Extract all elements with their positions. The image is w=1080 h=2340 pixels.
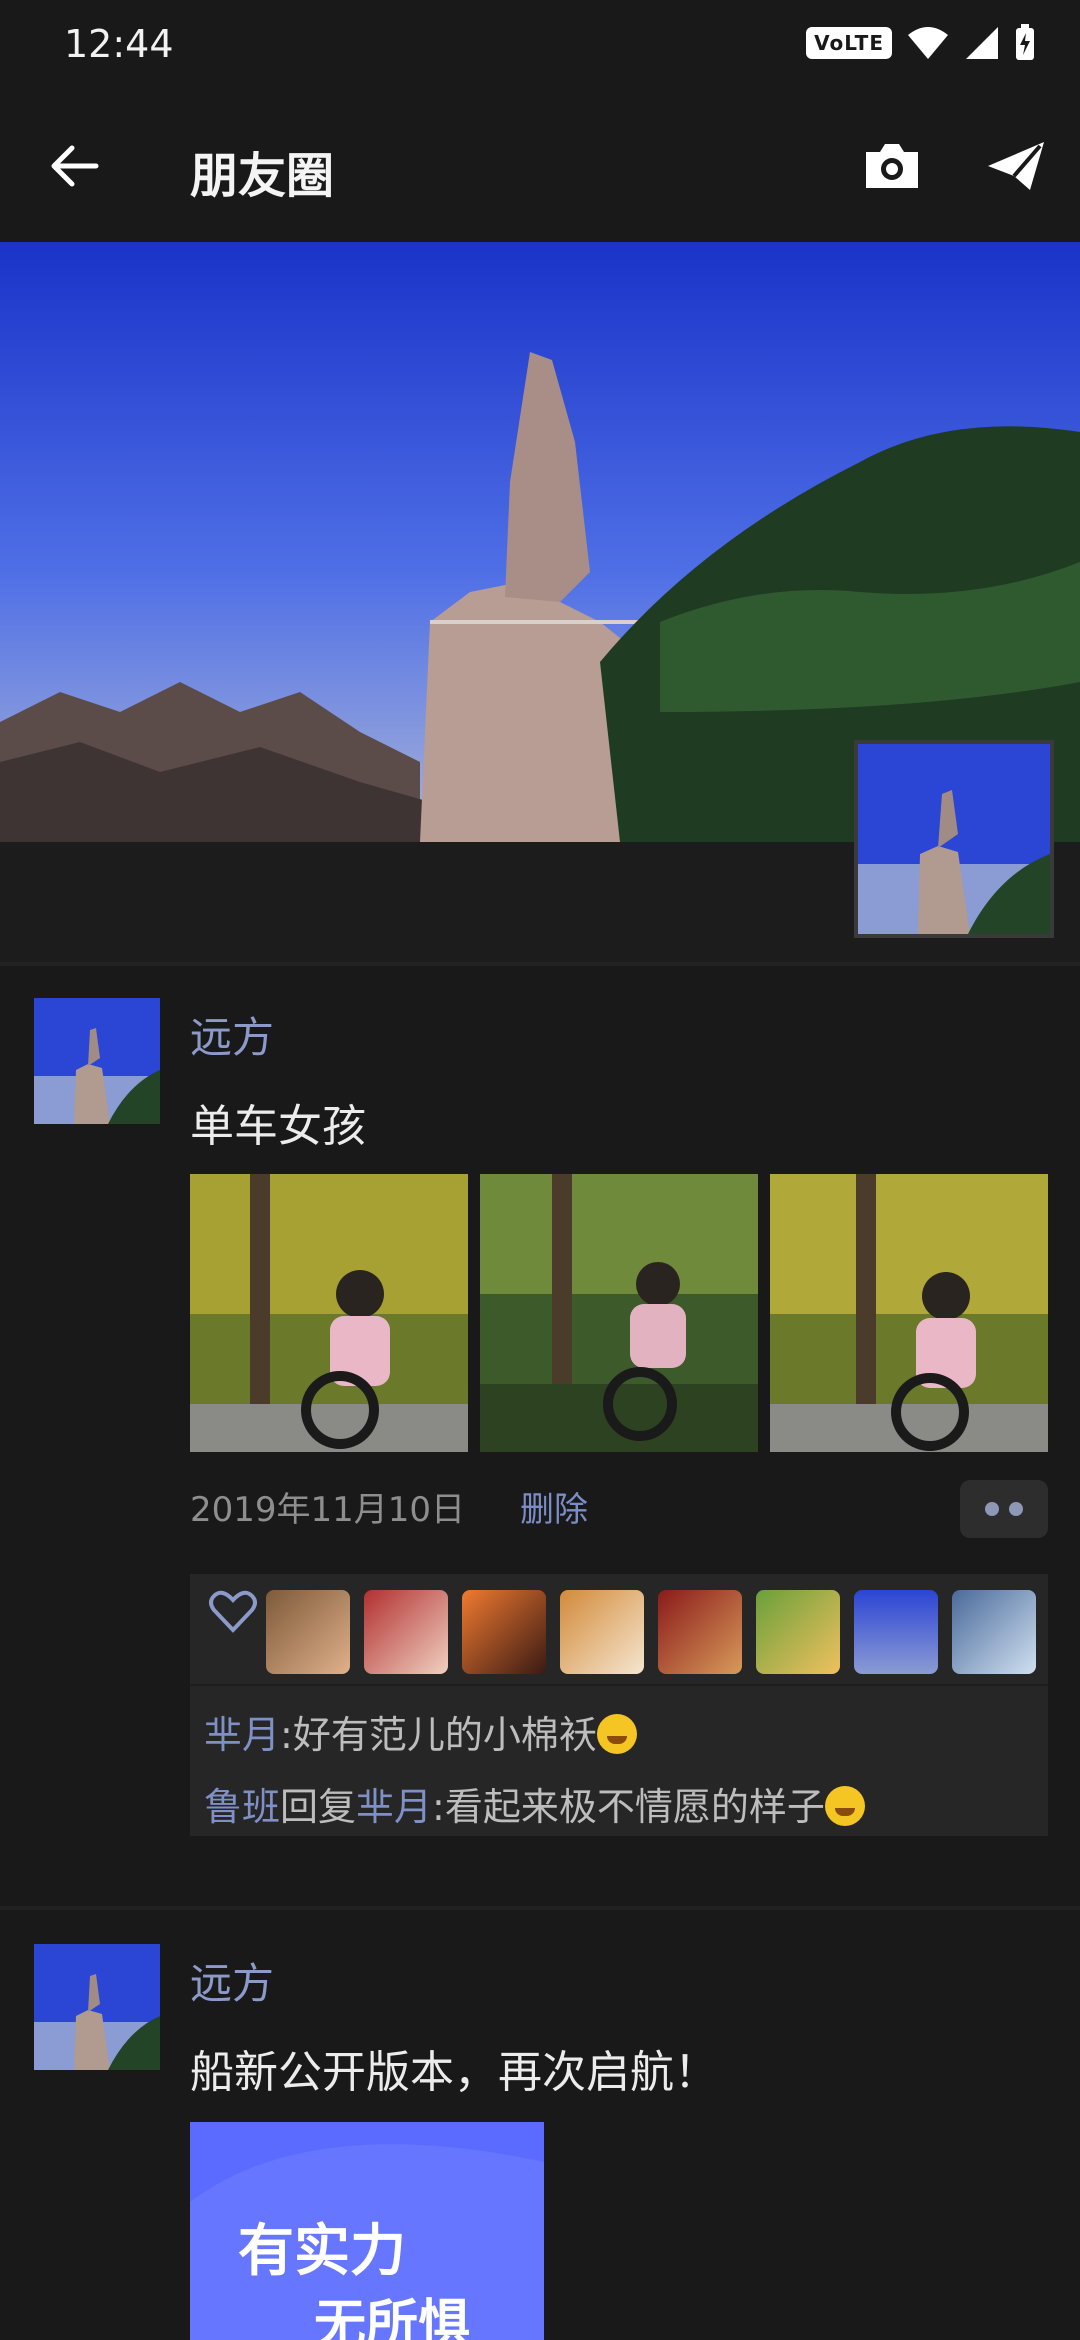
camera-icon[interactable] <box>860 136 924 196</box>
liker-avatar[interactable] <box>266 1590 350 1674</box>
send-icon[interactable] <box>984 136 1048 196</box>
signal-icon <box>966 27 998 59</box>
liker-avatar[interactable] <box>756 1590 840 1674</box>
page-title: 朋友圈 <box>190 148 335 204</box>
status-icons: VoLTE <box>806 24 1036 62</box>
status-time: 12:44 <box>64 22 174 66</box>
comment-item[interactable]: 鲁班回复芈月:看起来极不情愿的样子 <box>204 1776 865 1831</box>
comment-text: :看起来极不情愿的样子 <box>432 1785 825 1829</box>
liker-avatar[interactable] <box>854 1590 938 1674</box>
wifi-icon <box>908 27 948 59</box>
post-author-name[interactable]: 远方 <box>190 1950 274 2011</box>
comment-item[interactable]: 芈月:好有范儿的小棉袄 <box>204 1704 637 1759</box>
liker-avatar[interactable] <box>462 1590 546 1674</box>
top-app-bar: 朋友圈 <box>0 96 1080 242</box>
liker-avatar[interactable] <box>658 1590 742 1674</box>
image-caption: 有实力 <box>238 2218 406 2284</box>
post-photo[interactable] <box>190 1174 468 1452</box>
post-date: 2019年11月10日 <box>190 1490 466 1530</box>
dot-icon <box>985 1502 999 1516</box>
post-avatar[interactable] <box>34 998 160 1124</box>
post-author-name[interactable]: 远方 <box>190 1004 274 1065</box>
liker-avatar[interactable] <box>560 1590 644 1674</box>
comment-author[interactable]: 芈月 <box>204 1713 280 1757</box>
liker-avatar[interactable] <box>952 1590 1036 1674</box>
post-photo[interactable] <box>480 1174 758 1452</box>
comment-reply-target[interactable]: 芈月 <box>356 1785 432 1829</box>
likes-comments-panel: 芈月:好有范儿的小棉袄 鲁班回复芈月:看起来极不情愿的样子 <box>190 1574 1048 1836</box>
liker-avatar[interactable] <box>364 1590 448 1674</box>
post-photo[interactable] <box>770 1174 1048 1452</box>
likes-row <box>190 1574 1048 1686</box>
section-divider <box>0 962 1080 966</box>
back-arrow-icon[interactable] <box>44 136 104 196</box>
reply-word: 回复 <box>280 1785 357 1829</box>
profile-avatar[interactable] <box>854 740 1054 938</box>
grinning-emoji-icon <box>824 1786 865 1826</box>
comment-author[interactable]: 鲁班 <box>204 1785 280 1829</box>
post-text: 单车女孩 <box>190 1101 366 1152</box>
section-divider <box>0 1906 1080 1910</box>
dot-icon <box>1009 1502 1023 1516</box>
post-image[interactable]: 有实力 无所惧 <box>190 2122 544 2340</box>
image-caption: 无所惧 <box>314 2294 471 2340</box>
heart-icon <box>209 1590 257 1633</box>
post-text: 船新公开版本，再次启航！ <box>190 2047 718 2098</box>
delete-link[interactable]: 删除 <box>520 1482 588 1531</box>
post-avatar[interactable] <box>34 1944 160 2070</box>
status-bar: 12:44 VoLTE <box>0 0 1080 96</box>
battery-icon <box>1016 24 1034 60</box>
comment-text: :好有范儿的小棉袄 <box>280 1713 597 1757</box>
more-actions-button[interactable] <box>960 1480 1048 1538</box>
laughing-emoji-icon <box>596 1714 637 1754</box>
volte-icon: VoLTE <box>806 27 892 59</box>
